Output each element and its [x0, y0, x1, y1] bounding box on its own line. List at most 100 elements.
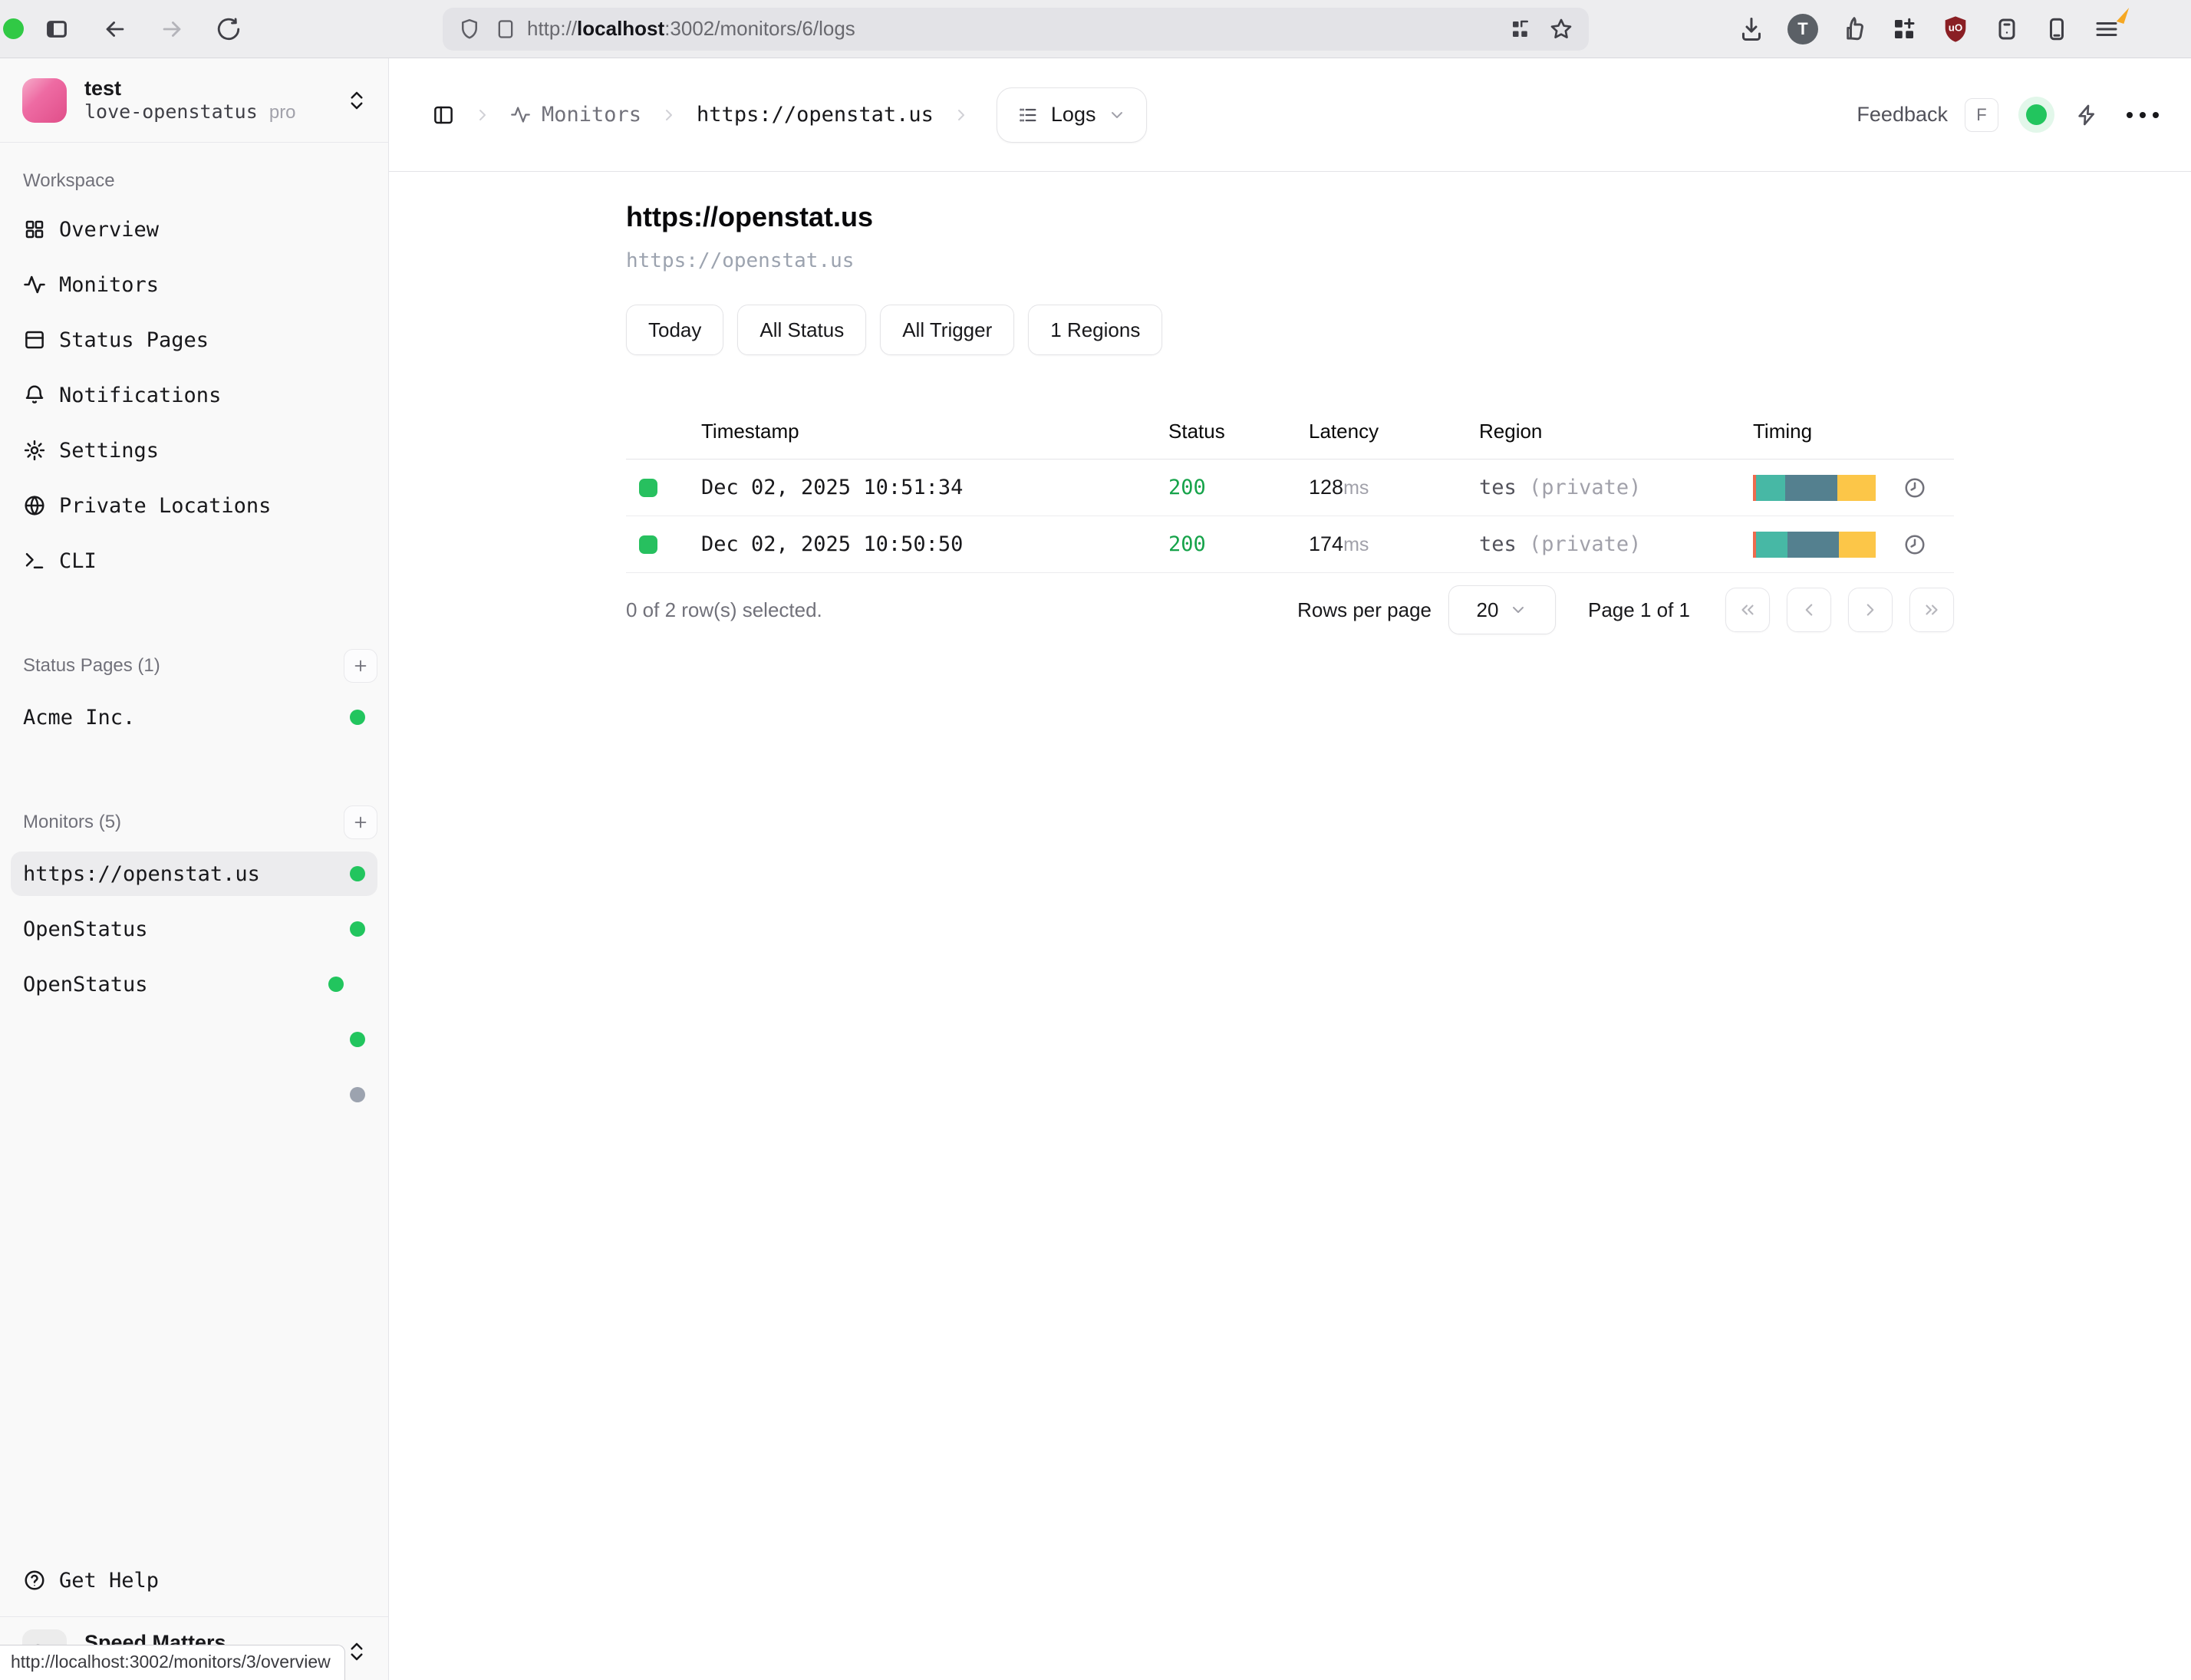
feedback-button[interactable]: Feedback — [1857, 103, 1948, 127]
first-page-button[interactable] — [1725, 588, 1770, 632]
table-row[interactable]: Dec 02, 2025 10:50:50 200 174ms tes (pri… — [626, 516, 1954, 573]
add-monitor-button[interactable] — [344, 805, 377, 839]
rows-per-page-select[interactable]: 20 — [1448, 585, 1556, 634]
filter-date-button[interactable]: Today — [626, 305, 723, 355]
sidebar-item-label: Overview — [59, 218, 159, 242]
browser-reload-button[interactable] — [211, 12, 246, 47]
url-bar[interactable]: http://localhost:3002/monitors/6/logs — [443, 8, 1589, 51]
sidebar-panel-icon — [44, 17, 69, 41]
monitor-item[interactable]: OpenStatus — [11, 907, 377, 951]
status-pages-section-label: Status Pages (1) — [23, 655, 160, 677]
view-selector-button[interactable]: Logs — [997, 87, 1148, 143]
next-page-button[interactable] — [1848, 588, 1893, 632]
sidebar: test love-openstatus pro Workspace Overv… — [0, 58, 389, 1680]
page-title: https://openstat.us — [626, 200, 1954, 234]
breadcrumb-monitor-name[interactable]: https://openstat.us — [697, 103, 934, 127]
pagination-buttons — [1725, 588, 1954, 632]
split-view-icon[interactable] — [1509, 18, 1532, 41]
panel-left-toggle-icon[interactable] — [432, 104, 455, 127]
timing-segment — [1785, 475, 1837, 501]
view-selector-label: Logs — [1051, 103, 1096, 127]
monitors-section-label: Monitors (5) — [23, 812, 121, 833]
table-header-timestamp: Timestamp — [701, 420, 1168, 443]
latency-unit: ms — [1343, 534, 1369, 555]
zap-icon[interactable] — [2074, 103, 2099, 127]
table-header-row: Timestamp Status Latency Region Timing — [626, 404, 1954, 460]
workspace-slug: love-openstatus pro — [84, 100, 328, 124]
extensions-grid-icon[interactable] — [1890, 15, 1918, 43]
page: http://localhost:3002/monitors/6/logs T … — [0, 0, 2191, 1680]
sidebar-item-settings[interactable]: Settings — [11, 428, 377, 473]
gear-icon — [23, 439, 46, 462]
cell-region: tes (private) — [1479, 476, 1753, 499]
sidebar-item-overview[interactable]: Overview — [11, 207, 377, 252]
browser-back-button[interactable] — [97, 12, 133, 47]
status-dot — [350, 1087, 365, 1102]
monitor-name: OpenStatus — [23, 917, 148, 941]
page-indicator: Page 1 of 1 — [1588, 598, 1690, 622]
ublock-shield-icon[interactable]: uO — [1940, 14, 1971, 44]
browser-sidebar-toggle-button[interactable] — [39, 12, 74, 47]
grid-icon — [23, 218, 46, 241]
clock-icon[interactable] — [1903, 476, 1926, 499]
chevron-right-icon — [473, 106, 492, 124]
shield-icon[interactable] — [458, 18, 481, 41]
sidebar-item-private-locations[interactable]: Private Locations — [11, 483, 377, 528]
sidebar-item-cli[interactable]: CLI — [11, 539, 377, 583]
monitor-item[interactable]: https://openstat.us — [11, 852, 377, 896]
more-options-button[interactable] — [2127, 112, 2159, 118]
extension-clip-icon[interactable] — [1840, 15, 1868, 43]
browser-menu-button[interactable] — [2093, 15, 2120, 43]
monitor-item[interactable] — [11, 1072, 377, 1117]
chevron-right-icon — [1860, 600, 1880, 620]
monitor-item[interactable]: OpenStatus — [11, 962, 377, 1006]
traffic-light-icon[interactable] — [3, 18, 24, 39]
breadcrumb-monitors[interactable]: Monitors — [510, 103, 641, 127]
monitors-section-header: Monitors (5) — [11, 805, 377, 839]
monitor-item[interactable] — [11, 1017, 377, 1062]
monitor-name: https://openstat.us — [23, 862, 260, 886]
previous-page-button[interactable] — [1787, 588, 1831, 632]
sidebar-item-monitors[interactable]: Monitors — [11, 262, 377, 307]
add-status-page-button[interactable] — [344, 649, 377, 683]
device-icon[interactable] — [2043, 15, 2071, 43]
breadcrumb: Monitors https://openstat.us Logs — [432, 87, 1147, 143]
status-page-item[interactable]: Acme Inc. — [11, 695, 377, 740]
sidebar-item-label: Status Pages — [59, 328, 209, 352]
workspace-switcher[interactable]: test love-openstatus pro — [0, 58, 388, 143]
get-help-label: Get Help — [59, 1569, 159, 1593]
row-status-indicator[interactable] — [639, 479, 657, 497]
sidebar-item-label: CLI — [59, 549, 97, 573]
table-row[interactable]: Dec 02, 2025 10:51:34 200 128ms tes (pri… — [626, 460, 1954, 516]
chevrons-right-icon — [1922, 600, 1942, 620]
filter-bar: Today All Status All Trigger 1 Regions — [626, 305, 1954, 355]
extension-t-icon[interactable]: T — [1787, 14, 1818, 44]
status-live-dot[interactable] — [2026, 104, 2047, 125]
sidebar-item-label: Private Locations — [59, 494, 271, 518]
sidebar-item-label: Notifications — [59, 384, 221, 407]
cell-timing — [1753, 532, 1954, 558]
row-status-indicator[interactable] — [639, 535, 657, 554]
status-dot — [350, 710, 365, 725]
page-info-icon[interactable] — [495, 18, 516, 40]
container-box-icon[interactable] — [1993, 15, 2021, 43]
get-help-button[interactable]: Get Help — [11, 1558, 377, 1603]
plus-icon — [352, 657, 369, 674]
filter-status-button[interactable]: All Status — [737, 305, 866, 355]
table-header-region: Region — [1479, 420, 1753, 443]
clock-icon[interactable] — [1903, 533, 1926, 556]
filter-regions-button[interactable]: 1 Regions — [1028, 305, 1162, 355]
sidebar-item-notifications[interactable]: Notifications — [11, 373, 377, 417]
last-page-button[interactable] — [1909, 588, 1954, 632]
svg-text:uO: uO — [1949, 21, 1963, 33]
link-preview-statusbar: http://localhost:3002/monitors/3/overvie… — [0, 1645, 345, 1680]
browser-toolbar: http://localhost:3002/monitors/6/logs T … — [0, 0, 2191, 58]
downloads-icon[interactable] — [1738, 15, 1765, 43]
bookmark-star-icon[interactable] — [1549, 17, 1573, 41]
list-icon — [1017, 104, 1039, 126]
logs-table: Timestamp Status Latency Region Timing D… — [626, 404, 1954, 573]
filter-trigger-button[interactable]: All Trigger — [880, 305, 1014, 355]
latency-unit: ms — [1343, 477, 1369, 499]
browser-forward-button[interactable] — [154, 12, 189, 47]
sidebar-item-status-pages[interactable]: Status Pages — [11, 318, 377, 362]
